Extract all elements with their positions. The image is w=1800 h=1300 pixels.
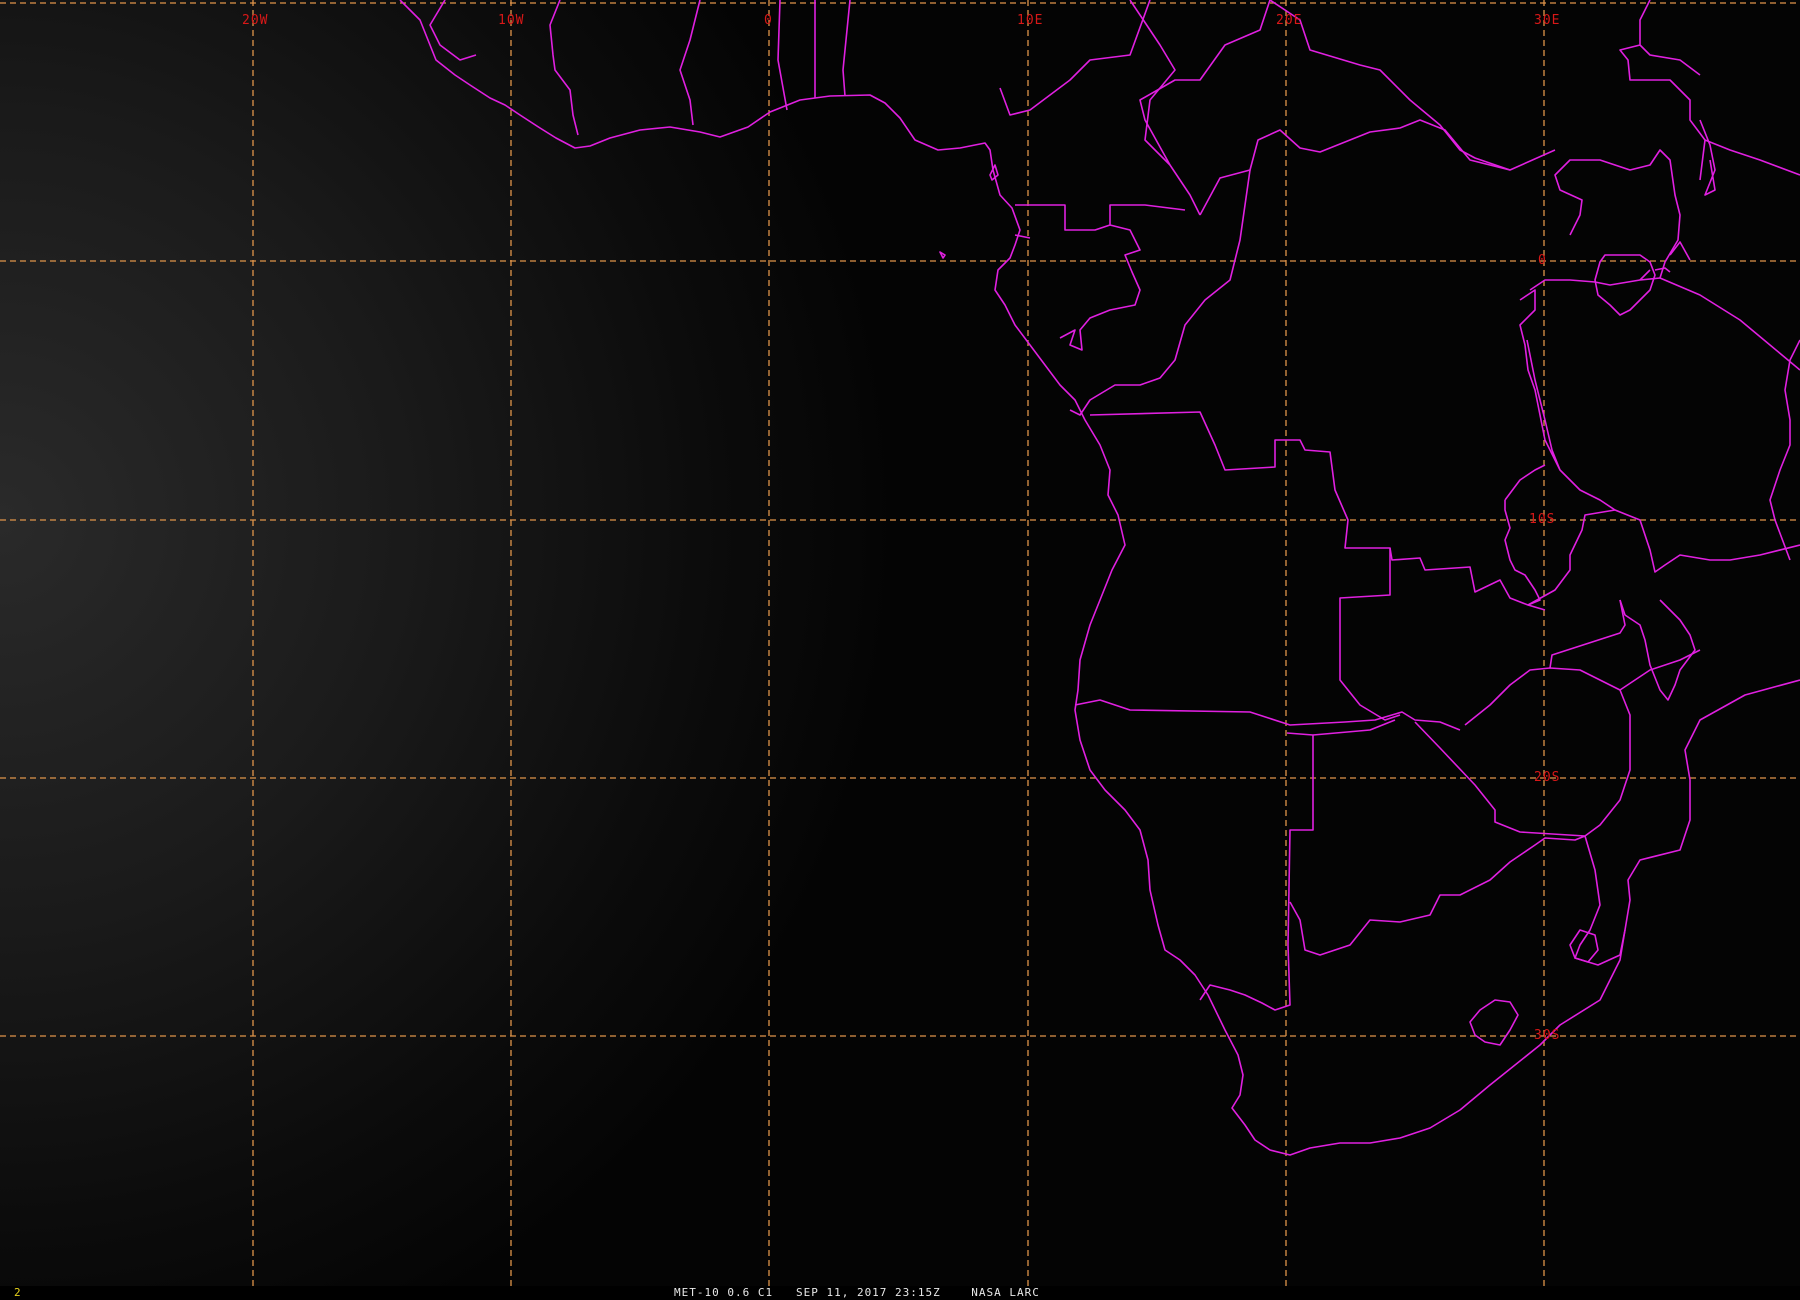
latitude-label: 20S [1534, 770, 1560, 785]
coastline-southern-africa [992, 169, 1800, 1156]
island-bioko [939, 164, 999, 259]
longitude-label: 0 [764, 13, 773, 28]
border-cameroon-chad [1129, 0, 1201, 216]
border-zambia-drc [1504, 464, 1546, 606]
longitude-label: 20E [1276, 13, 1302, 28]
map-overlay: 20W 10W 0 10E 20E 30E 0 10S 20S 30S [0, 0, 1800, 1286]
latitude-label: 30S [1534, 1028, 1560, 1043]
status-bar: 2 MET-10 0.6 C1 SEP 11, 2017 23:15Z NASA… [0, 1286, 1800, 1300]
longitude-label: 10W [498, 13, 524, 28]
longitude-label: 10E [1017, 13, 1043, 28]
coastlines-and-borders [399, 0, 1800, 1156]
border-lesotho [1469, 999, 1519, 1046]
longitude-label: 30E [1534, 13, 1560, 28]
graticule [0, 0, 1800, 1286]
border-west-africa-3 [679, 0, 701, 126]
border-indian-ocean-coast [1639, 241, 1800, 561]
border-angola-north [1089, 411, 1546, 611]
border-west-africa-1 [429, 0, 477, 61]
image-caption: MET-10 0.6 C1 SEP 11, 2017 23:15Z NASA L… [674, 1286, 1040, 1299]
coastline-west-africa [399, 0, 994, 171]
border-sudan-car [1139, 0, 1556, 171]
longitude-label: 20W [242, 13, 268, 28]
border-car-drc [1199, 119, 1511, 216]
border-swaziland [1569, 929, 1599, 963]
border-west-africa-4 [777, 0, 788, 111]
latitude-label: 0 [1538, 253, 1547, 268]
border-zambia-zimbabwe [1414, 667, 1631, 837]
border-angola-south [1074, 699, 1461, 731]
border-malawi-tanzania [1527, 509, 1800, 701]
border-nigeria-cameroon [842, 0, 1151, 116]
border-west-africa-2 [549, 0, 579, 136]
border-namibia-botswana [1199, 719, 1396, 1011]
border-gabon [1014, 204, 1186, 351]
border-angola-zambia [1339, 548, 1401, 721]
frame-number: 2 [14, 1286, 21, 1299]
border-east-africa-lakes [1519, 277, 1661, 511]
border-botswana-south [1289, 835, 1586, 956]
border-uganda-kenya [1554, 149, 1800, 371]
graticule-labels: 20W 10W 0 10E 20E 30E 0 10S 20S 30S [242, 13, 1560, 1043]
latitude-label: 10S [1529, 512, 1555, 527]
